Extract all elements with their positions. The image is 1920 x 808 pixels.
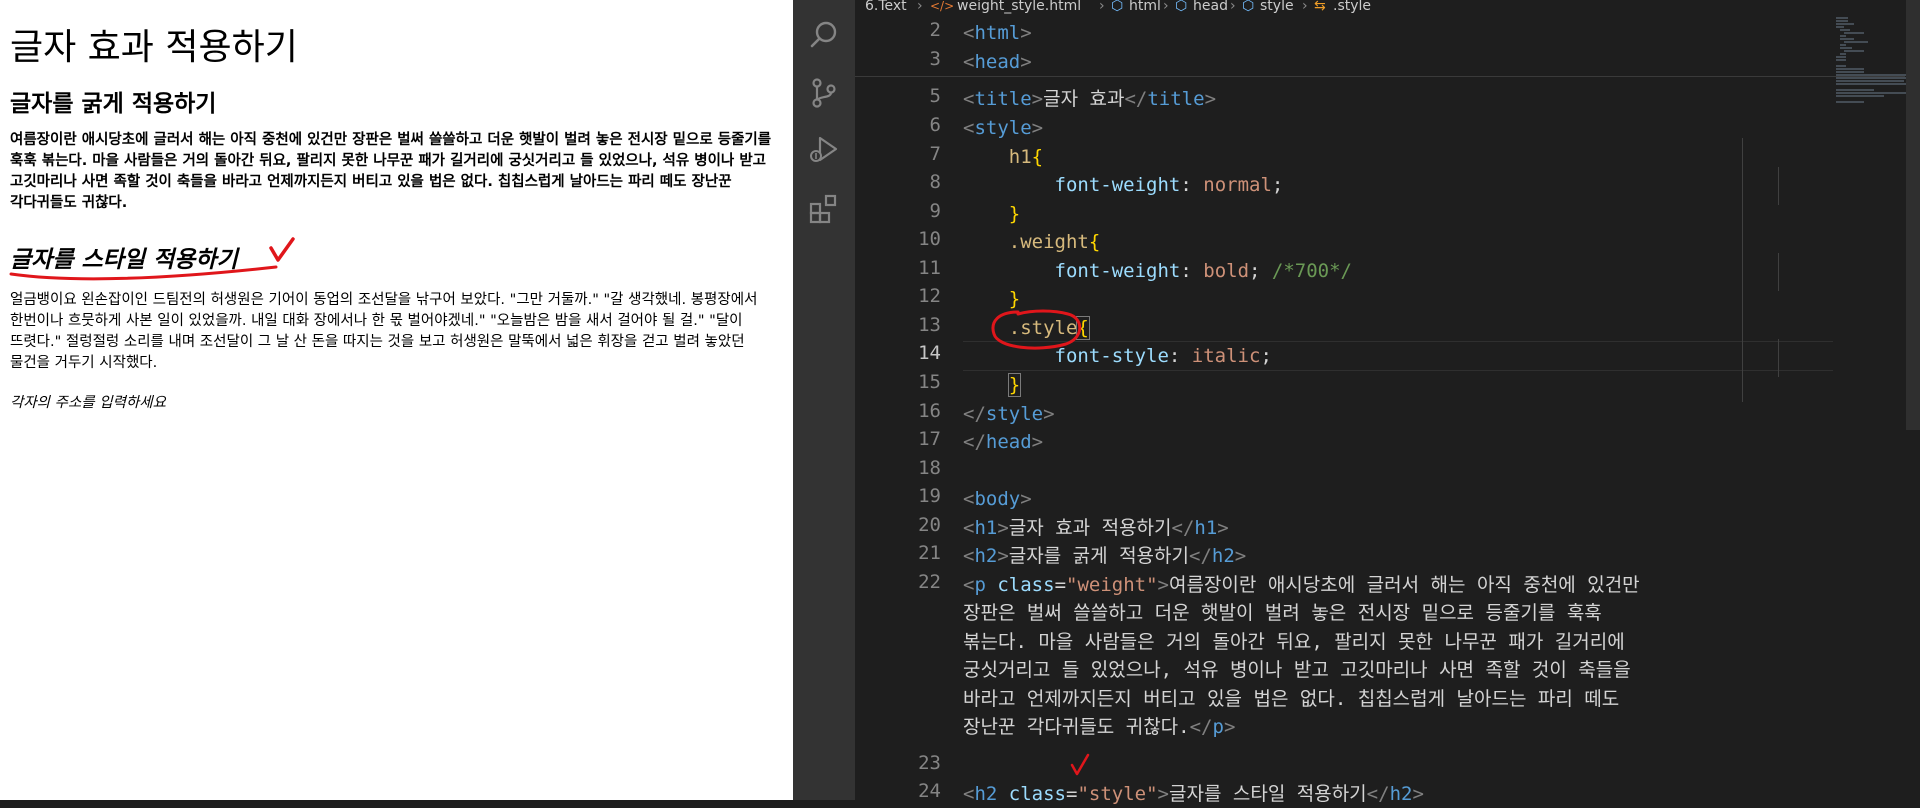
indent-guide: [1778, 339, 1779, 377]
search-icon[interactable]: [807, 18, 841, 52]
annotation-checkmark: [1070, 753, 1090, 776]
code-line: <p class="weight">여름장이란 애시당초에 글러서 해는 아직 …: [963, 574, 1640, 596]
code-line: font-weight: bold; /*700*/: [1054, 260, 1352, 282]
line-number: 10: [918, 228, 941, 250]
code-line: <h2 class="style">글자를 스타일 적용하기</h2>: [963, 783, 1424, 805]
code-line-wrapped: 볶는다. 마을 사람들은 거의 돌아간 뒤요, 팔리지 못한 나무꾼 패가 길거…: [963, 631, 1625, 653]
line-number: 19: [918, 485, 941, 507]
line-number: 6: [929, 114, 941, 136]
code-line: </head>: [963, 431, 1044, 453]
preview-paragraph-weight: 여름장이란 애시당초에 글러서 해는 아직 중천에 있건만 장판은 벌써 쓸쓸하…: [10, 132, 772, 211]
line-number: 12: [918, 285, 941, 307]
vertical-scrollbar[interactable]: [1906, 0, 1920, 430]
line-number: 16: [918, 400, 941, 422]
source-control-icon[interactable]: [807, 76, 841, 110]
chevron-icon: ›: [1230, 0, 1236, 14]
browser-preview: 글자 효과 적용하기 글자를 굵게 적용하기 여름장이란 애시당초에 글러서 해…: [0, 0, 793, 800]
element-icon: ⬡: [1242, 0, 1255, 14]
chevron-icon: ›: [917, 0, 923, 14]
element-icon: ⬡: [1111, 0, 1124, 14]
chevron-icon: ›: [1099, 0, 1105, 14]
code-line: <head>: [963, 51, 1032, 73]
line-number: 20: [918, 514, 941, 536]
breadcrumb-item-html[interactable]: html: [1129, 0, 1161, 14]
css-selector-icon: ⇆: [1314, 0, 1326, 14]
annotation-circle: [991, 309, 1082, 350]
line-number-active: 14: [918, 342, 941, 364]
line-number: 5: [929, 85, 941, 107]
element-icon: ⬡: [1175, 0, 1188, 14]
line-number: 13: [918, 314, 941, 336]
code-line-wrapped: 장난꾼 각다귀들도 귀찮다.</p>: [963, 716, 1236, 738]
code-line: <style>: [963, 117, 1044, 139]
code-line: </style>: [963, 403, 1055, 425]
line-number: 11: [918, 257, 941, 279]
html-file-icon: </>: [930, 0, 955, 13]
annotation-checkmark: [269, 237, 295, 262]
line-number: 8: [929, 171, 941, 193]
line-number: 9: [929, 200, 941, 222]
line-number: 24: [918, 780, 941, 802]
code-line: font-weight: normal;: [1054, 174, 1284, 196]
indent-guide: [1778, 253, 1779, 291]
line-number: 15: [918, 371, 941, 393]
code-line: <h1>글자 효과 적용하기</h1>: [963, 517, 1229, 539]
indent-guide: [1742, 138, 1743, 402]
activity-bar: [793, 0, 855, 800]
line-number: 18: [918, 457, 941, 479]
chevron-icon: ›: [1163, 0, 1169, 14]
code-line: <title>글자 효과</title>: [963, 88, 1217, 110]
code-line: <h2>글자를 굵게 적용하기</h2>: [963, 545, 1247, 567]
line-number: 22: [918, 571, 941, 593]
line-number: 7: [929, 143, 941, 165]
extensions-icon[interactable]: [807, 192, 841, 226]
breadcrumb-item-selector[interactable]: .style: [1333, 0, 1371, 14]
line-number: 3: [929, 48, 941, 70]
line-number: 21: [918, 542, 941, 564]
line-number: 17: [918, 428, 941, 450]
code-line: h1{: [1008, 146, 1044, 168]
code-line-wrapped: 장판은 벌써 쓸쓸하고 더운 햇발이 벌려 놓은 전시장 밑으로 등줄기를 훅훅: [963, 602, 1602, 624]
line-number: 23: [918, 752, 941, 774]
preview-address: 각자의 주소를 입력하세요: [10, 395, 166, 411]
code-line: }: [1007, 373, 1022, 397]
breadcrumb-item-folder[interactable]: 6.Text: [865, 0, 907, 14]
preview-h2-style: 글자를 스타일 적용하기: [10, 247, 238, 273]
sticky-scroll-divider: [855, 76, 1905, 77]
preview-h1: 글자 효과 적용하기: [10, 27, 298, 68]
breadcrumb: 6.Text › </> weight_style.html › ⬡ html …: [855, 0, 1920, 15]
breadcrumb-item-style[interactable]: style: [1260, 0, 1294, 14]
preview-paragraph-style: 얼금뱅이요 왼손잡이인 드팀전의 허생원은 기어이 동업의 조선달을 낚구어 보…: [10, 292, 758, 371]
code-line: <html>: [963, 22, 1032, 44]
code-line: }: [1008, 203, 1021, 225]
run-debug-icon[interactable]: [807, 132, 841, 166]
code-editor: 6.Text › </> weight_style.html › ⬡ html …: [793, 0, 1920, 805]
minimap[interactable]: [1834, 15, 1914, 105]
breadcrumb-item-head[interactable]: head: [1193, 0, 1228, 14]
chevron-icon: ›: [1302, 0, 1308, 14]
line-number: 2: [929, 19, 941, 41]
indent-guide: [1778, 167, 1779, 205]
code-line: .weight{: [1008, 231, 1101, 253]
code-line-wrapped: 궁싯거리고 들 있었으나, 석유 병이나 받고 고깃마리나 사면 족할 것이 축…: [963, 659, 1631, 681]
breadcrumb-item-file[interactable]: weight_style.html: [957, 0, 1081, 14]
code-line: <body>: [963, 488, 1032, 510]
code-line-wrapped: 바라고 언제까지든지 버티고 있을 법은 없다. 칩칩스럽게 날아드는 파리 떼…: [963, 688, 1620, 710]
preview-h2-weight: 글자를 굵게 적용하기: [10, 91, 217, 117]
